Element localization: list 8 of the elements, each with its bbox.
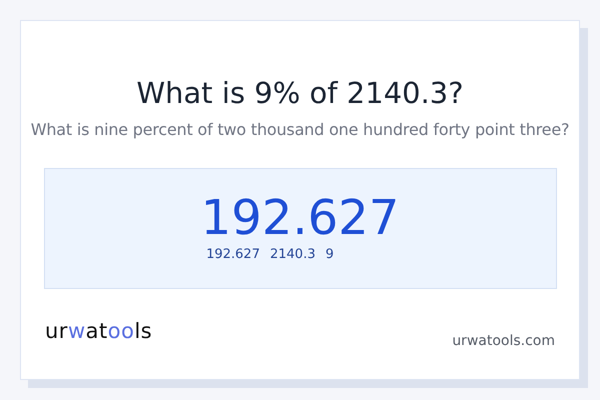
result-value: 192.627 bbox=[200, 191, 400, 245]
subtitle: What is nine percent of two thousand one hundred forty point three? bbox=[30, 120, 570, 139]
detail-value: 9 bbox=[325, 247, 334, 262]
detail-value: 192.627 bbox=[206, 247, 260, 262]
page-title: What is 9% of 2140.3? bbox=[136, 76, 464, 110]
detail-value: 2140.3 bbox=[270, 247, 316, 262]
site-url: urwatools.com bbox=[452, 333, 555, 349]
logo: urwatools bbox=[45, 319, 152, 343]
